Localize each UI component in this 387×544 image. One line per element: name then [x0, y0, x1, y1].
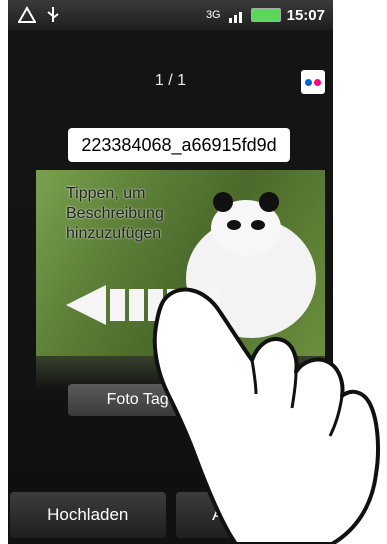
caption-line-2: Beschreibung: [66, 205, 164, 222]
upload-button[interactable]: Hochladen: [10, 492, 166, 538]
swipe-bar: [205, 289, 220, 321]
usb-icon: [44, 6, 62, 24]
swipe-bar: [186, 289, 201, 321]
photo-counter: 1 / 1: [154, 72, 187, 89]
network-type: 3G: [205, 9, 221, 21]
swipe-bar: [129, 289, 144, 321]
flickr-dot-blue: [305, 78, 312, 86]
cancel-button[interactable]: Abbrechen: [175, 492, 331, 538]
signal-icon: [227, 6, 245, 24]
panda-eye-left: [227, 220, 241, 230]
screen: 3G 15:07 1 / 1 223384068_a66915fd9d Tipp…: [8, 0, 333, 544]
flickr-dot-pink: [314, 78, 321, 86]
swipe-bar: [148, 289, 163, 321]
photo-caption[interactable]: Tippen, um Beschreibung hinzuzufügen: [66, 184, 164, 244]
status-bar: 3G 15:07: [8, 0, 333, 30]
swipe-bar: [110, 289, 125, 321]
swipe-left-arrow-icon: [66, 285, 266, 325]
caption-line-1: Tippen, um: [66, 185, 146, 202]
caption-line-3: hinzuzufügen: [66, 225, 162, 242]
flickr-icon[interactable]: [301, 70, 325, 94]
warning-icon: [17, 5, 37, 24]
panda-head: [211, 192, 281, 256]
bottom-action-bar: Hochladen Abbrechen: [8, 488, 333, 544]
panda-eye-right: [251, 220, 265, 230]
photo-preview[interactable]: Tippen, um Beschreibung hinzuzufügen: [36, 170, 325, 356]
arrow-head-icon: [66, 285, 106, 325]
battery-icon: [250, 8, 281, 22]
status-right: 3G 15:07: [206, 6, 325, 24]
swipe-bar: [167, 289, 182, 321]
add-photo-tag-button[interactable]: Foto Tag hinzufügen: [68, 384, 290, 416]
status-left: [17, 5, 62, 24]
photo-title-field[interactable]: 223384068_a66915fd9d: [68, 128, 290, 162]
clock: 15:07: [286, 6, 325, 24]
panda-ear-left: [213, 192, 233, 212]
phone: 3G 15:07 1 / 1 223384068_a66915fd9d Tipp…: [0, 0, 387, 544]
panda-ear-right: [259, 192, 279, 212]
